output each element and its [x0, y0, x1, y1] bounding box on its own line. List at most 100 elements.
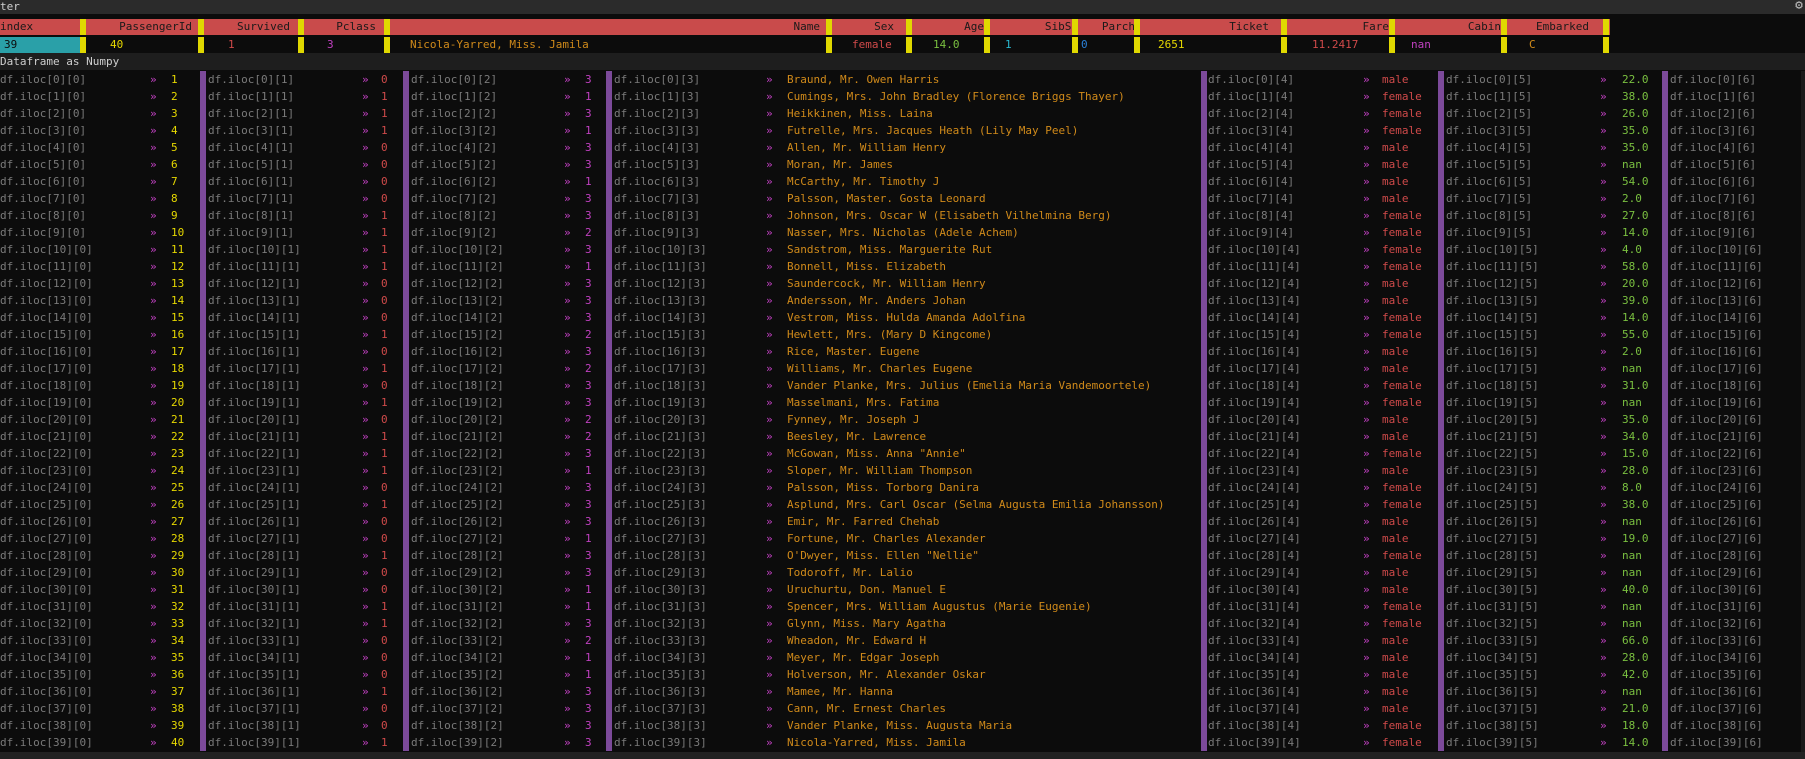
table-row[interactable]: df.iloc[7][0] » 8 df.iloc[7][1] » 0 df.iloc[7]… [0, 190, 1805, 207]
table-row[interactable]: df.iloc[35][0] » 36 df.iloc[35][1] » 0 df.iloc… [0, 666, 1805, 683]
pclass-value: 1 [585, 668, 592, 681]
table-row[interactable]: df.iloc[21][0] » 22 df.iloc[21][1] » 1 df.iloc… [0, 428, 1805, 445]
cell-label: df.iloc[16][5] [1446, 345, 1539, 358]
cell-label: df.iloc[16][4] [1208, 345, 1301, 358]
table-row[interactable]: df.iloc[32][0] » 33 df.iloc[32][1] » 1 df.iloc… [0, 615, 1805, 632]
column-header[interactable]: PassengerId [88, 19, 200, 35]
table-row[interactable]: df.iloc[22][0] » 23 df.iloc[22][1] » 1 df.iloc… [0, 445, 1805, 462]
cell-label: df.iloc[13][4] [1208, 294, 1301, 307]
table-row[interactable]: df.iloc[0][0] » 1 df.iloc[0][1] » 0 df.iloc[0]… [0, 71, 1805, 88]
column-header[interactable]: Age [912, 19, 992, 35]
table-row[interactable]: df.iloc[25][0] » 26 df.iloc[25][1] » 1 df.iloc… [0, 496, 1805, 513]
cell-label: df.iloc[27][2] [411, 532, 504, 545]
column-header[interactable]: Pclass [304, 19, 384, 35]
passenger-id: 40 [171, 736, 185, 749]
table-row[interactable]: df.iloc[38][0] » 39 df.iloc[38][1] » 0 df.iloc… [0, 717, 1805, 734]
column-header[interactable]: Parch [1070, 19, 1143, 35]
table-row[interactable]: df.iloc[28][0] » 29 df.iloc[28][1] » 1 df.iloc… [0, 547, 1805, 564]
table-row[interactable]: df.iloc[15][0] » 16 df.iloc[15][1] » 1 df.iloc… [0, 326, 1805, 343]
table-row[interactable]: df.iloc[8][0] » 9 df.iloc[8][1] » 1 df.iloc[8]… [0, 207, 1805, 224]
column-separator [606, 666, 612, 683]
table-row[interactable]: df.iloc[30][0] » 31 df.iloc[30][1] » 0 df.iloc… [0, 581, 1805, 598]
column-separator [200, 360, 206, 377]
column-header[interactable]: Name [390, 19, 826, 35]
column-separator [1201, 122, 1207, 139]
table-row[interactable]: df.iloc[26][0] » 27 df.iloc[26][1] » 0 df.iloc… [0, 513, 1805, 530]
vertical-scrollbar[interactable] [1801, 71, 1805, 752]
cell-label: df.iloc[23][5] [1446, 464, 1539, 477]
table-row[interactable]: df.iloc[31][0] » 32 df.iloc[31][1] » 1 df.iloc… [0, 598, 1805, 615]
table-row[interactable]: df.iloc[19][0] » 20 df.iloc[19][1] » 1 df.iloc… [0, 394, 1805, 411]
survived-value: 1 [381, 600, 388, 613]
table-row[interactable]: df.iloc[39][0] » 40 df.iloc[39][1] » 1 df.iloc… [0, 734, 1805, 751]
column-header[interactable]: Sex [832, 19, 906, 35]
arrow-icon: » [1363, 175, 1370, 188]
arrow-icon: » [1600, 583, 1607, 596]
column-header[interactable]: Fare [1287, 19, 1397, 35]
numpy-grid[interactable]: df.iloc[0][0] » 1 df.iloc[0][1] » 0 df.iloc[0]… [0, 71, 1805, 752]
gear-icon[interactable]: ⚙ [1795, 0, 1803, 13]
column-separator [1201, 513, 1207, 530]
sex-value: female [1382, 600, 1422, 613]
table-row[interactable]: df.iloc[13][0] » 14 df.iloc[13][1] » 0 df.iloc… [0, 292, 1805, 309]
table-row[interactable]: df.iloc[34][0] » 35 df.iloc[34][1] » 0 df.iloc… [0, 649, 1805, 666]
table-row[interactable]: df.iloc[37][0] » 38 df.iloc[37][1] » 0 df.iloc… [0, 700, 1805, 717]
table-row[interactable]: df.iloc[2][0] » 3 df.iloc[2][1] » 1 df.iloc[2]… [0, 105, 1805, 122]
passenger-id: 24 [171, 464, 185, 477]
column-separator [1201, 547, 1207, 564]
table-row[interactable]: df.iloc[9][0] » 10 df.iloc[9][1] » 1 df.iloc[9… [0, 224, 1805, 241]
table-row[interactable]: df.iloc[5][0] » 6 df.iloc[5][1] » 0 df.iloc[5]… [0, 156, 1805, 173]
table-row[interactable]: df.iloc[24][0] » 25 df.iloc[24][1] » 0 df.iloc… [0, 479, 1805, 496]
selected-row[interactable]: 39 40 1 3 Nicola-Yarred, Miss. Jamila female 1… [0, 37, 1610, 53]
name-value: Andersson, Mr. Anders Johan [787, 294, 966, 307]
table-row[interactable]: df.iloc[29][0] » 30 df.iloc[29][1] » 0 df.iloc… [0, 564, 1805, 581]
column-header[interactable]: Embarked [1516, 19, 1601, 35]
pclass-value: 3 [585, 311, 592, 324]
survived-value: 0 [381, 141, 388, 154]
cell-label: df.iloc[38][2] [411, 719, 504, 732]
arrow-icon: » [1600, 209, 1607, 222]
table-row[interactable]: df.iloc[14][0] » 15 df.iloc[14][1] » 0 df.iloc… [0, 309, 1805, 326]
survived-value: 0 [381, 515, 388, 528]
cell-label: df.iloc[14][5] [1446, 311, 1539, 324]
table-row[interactable]: df.iloc[17][0] » 18 df.iloc[17][1] » 1 df.iloc… [0, 360, 1805, 377]
cell-label: df.iloc[23][6] [1670, 464, 1763, 477]
table-row[interactable]: df.iloc[10][0] » 11 df.iloc[10][1] » 1 df.iloc… [0, 241, 1805, 258]
arrow-icon: » [1600, 345, 1607, 358]
table-row[interactable]: df.iloc[23][0] » 24 df.iloc[23][1] » 1 df.iloc… [0, 462, 1805, 479]
cell-label: df.iloc[39][1] [208, 736, 301, 749]
table-row[interactable]: df.iloc[20][0] » 21 df.iloc[20][1] » 0 df.iloc… [0, 411, 1805, 428]
table-row[interactable]: df.iloc[16][0] » 17 df.iloc[16][1] » 0 df.iloc… [0, 343, 1805, 360]
name-value: Moran, Mr. James [787, 158, 893, 171]
name-value: Mamee, Mr. Hanna [787, 685, 893, 698]
cell-label: df.iloc[12][4] [1208, 277, 1301, 290]
arrow-icon: » [1600, 413, 1607, 426]
arrow-icon: » [564, 566, 571, 579]
column-header[interactable]: Cabin [1403, 19, 1509, 35]
name-value: Palsson, Miss. Torborg Danira [787, 481, 980, 494]
column-header[interactable]: index [0, 19, 80, 35]
table-row[interactable]: df.iloc[3][0] » 4 df.iloc[3][1] » 1 df.iloc[3]… [0, 122, 1805, 139]
table-row[interactable]: df.iloc[33][0] » 34 df.iloc[33][1] » 0 df.iloc… [0, 632, 1805, 649]
cell-label: df.iloc[19][1] [208, 396, 301, 409]
column-header[interactable]: Survived [206, 19, 298, 35]
cell-label: df.iloc[14][3] [614, 311, 707, 324]
table-row[interactable]: df.iloc[1][0] » 2 df.iloc[1][1] » 1 df.iloc[1]… [0, 88, 1805, 105]
table-row[interactable]: df.iloc[12][0] » 13 df.iloc[12][1] » 0 df.iloc… [0, 275, 1805, 292]
passenger-id: 17 [171, 345, 185, 358]
table-row[interactable]: df.iloc[6][0] » 7 df.iloc[6][1] » 0 df.iloc[6]… [0, 173, 1805, 190]
cell-label: df.iloc[32][0] [0, 617, 93, 630]
column-header[interactable]: Ticket [1143, 19, 1281, 35]
cell-label: df.iloc[1][3] [614, 90, 701, 103]
table-row[interactable]: df.iloc[36][0] » 37 df.iloc[36][1] » 1 df.iloc… [0, 683, 1805, 700]
table-row[interactable]: df.iloc[18][0] » 19 df.iloc[18][1] » 0 df.iloc… [0, 377, 1805, 394]
table-row[interactable]: df.iloc[27][0] » 28 df.iloc[27][1] » 0 df.iloc… [0, 530, 1805, 547]
table-row[interactable]: df.iloc[4][0] » 5 df.iloc[4][1] » 0 df.iloc[4]… [0, 139, 1805, 156]
row-separator [984, 37, 990, 53]
arrow-icon: » [564, 549, 571, 562]
cell-label: df.iloc[12][6] [1670, 277, 1763, 290]
cell-label: df.iloc[27][0] [0, 532, 93, 545]
table-row[interactable]: df.iloc[11][0] » 12 df.iloc[11][1] » 1 df.iloc… [0, 258, 1805, 275]
age-value: 31.0 [1622, 379, 1649, 392]
cell-label: df.iloc[30][1] [208, 583, 301, 596]
